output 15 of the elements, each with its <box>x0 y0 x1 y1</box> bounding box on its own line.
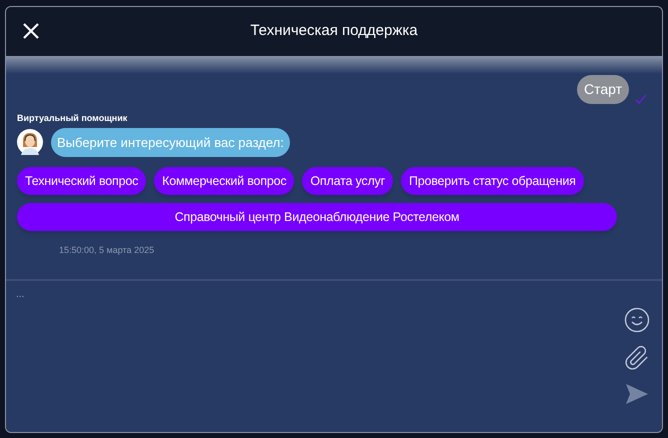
option-button[interactable]: Проверить статус обращения <box>400 167 584 195</box>
message-time: 15:50:00, 5 марта 2025 <box>59 244 154 257</box>
window-title: Техническая поддержка <box>250 21 418 42</box>
message-input[interactable]: ... <box>16 287 622 424</box>
emoji-icon[interactable] <box>624 307 650 333</box>
bot-message: Выберите интересующий вас раздел: <box>51 128 290 157</box>
option-button[interactable]: Справочный центр Видеонаблюдение Ростелеком <box>17 203 617 231</box>
option-button[interactable]: Оплата услуг <box>302 167 393 195</box>
option-button[interactable]: Технический вопрос <box>17 167 146 195</box>
paperclip-icon[interactable] <box>624 345 650 371</box>
assistant-avatar <box>17 129 43 156</box>
sender-name: Виртуальный помощник <box>17 112 128 125</box>
option-button[interactable]: Коммерческий вопрос <box>154 167 294 195</box>
user-message: Старт <box>576 75 629 104</box>
send-icon[interactable] <box>625 383 649 405</box>
